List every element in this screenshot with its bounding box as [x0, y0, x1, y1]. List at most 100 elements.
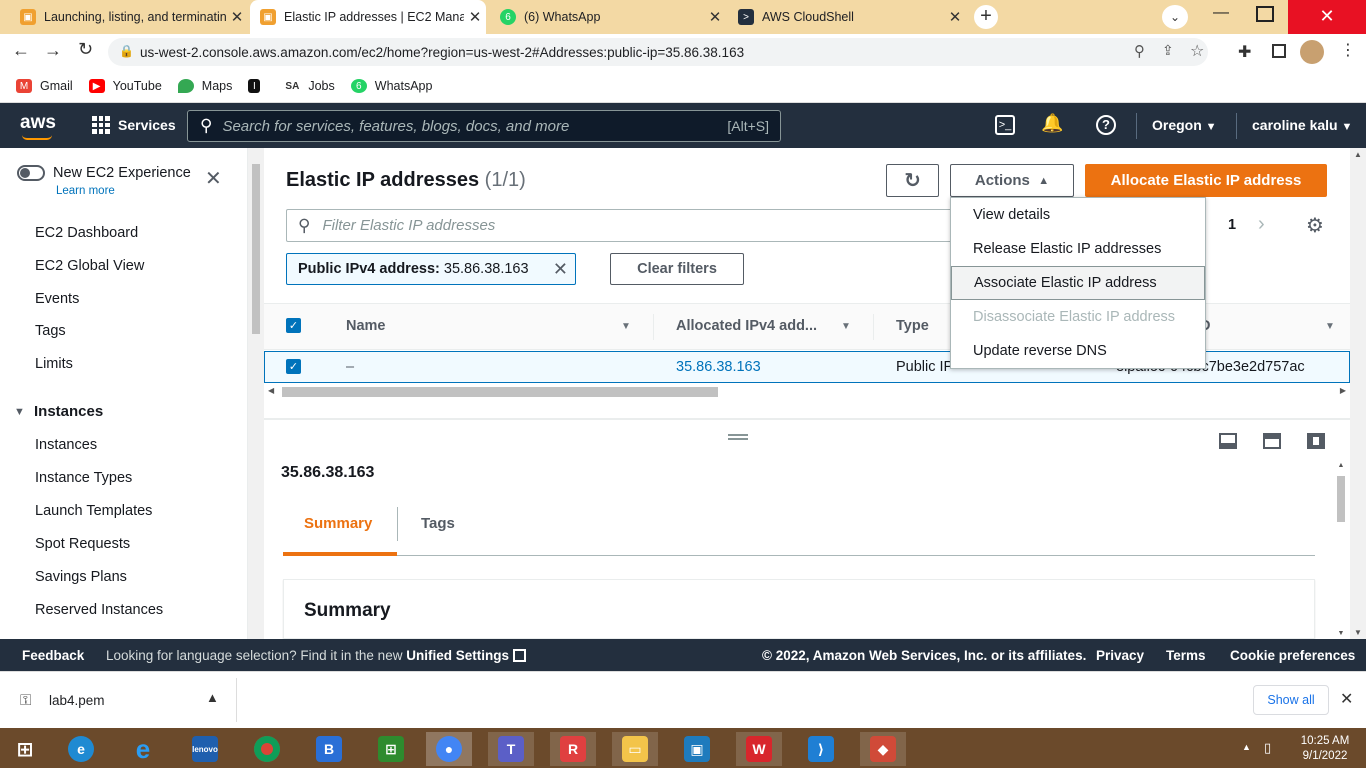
sidebar-item-reserved-instances[interactable]: Reserved Instances [35, 602, 163, 618]
restore-icon[interactable] [1256, 6, 1274, 22]
tab-summary[interactable]: Summary [304, 515, 372, 532]
row-checkbox[interactable]: ✓ [286, 359, 301, 374]
drag-handle-icon[interactable] [728, 434, 748, 440]
close-icon[interactable]: ✕ [1340, 689, 1353, 709]
forward-icon[interactable]: → [44, 40, 62, 61]
sidebar-item-launch-templates[interactable]: Launch Templates [35, 503, 152, 519]
recorder-icon[interactable]: R [550, 732, 596, 766]
close-tab-icon[interactable]: ✕ [226, 8, 248, 26]
refresh-button[interactable]: ↻ [886, 164, 939, 197]
new-tab-icon[interactable]: + [974, 5, 998, 29]
wps-icon[interactable]: W [736, 732, 782, 766]
sidebar-item-instance-types[interactable]: Instance Types [35, 470, 132, 486]
aws-search-input[interactable]: ⚲ Search for services, features, blogs, … [187, 110, 781, 142]
region-selector[interactable]: Oregon ▼ [1152, 117, 1217, 133]
settings-gear-icon[interactable]: ⚙ [1306, 213, 1324, 238]
bookmark-youtube[interactable]: ▶ YouTube [88, 79, 162, 93]
close-icon[interactable]: ✕ [205, 169, 222, 189]
learn-more-link[interactable]: Learn more [56, 185, 115, 197]
clear-filters-button[interactable]: Clear filters [610, 253, 744, 285]
aws-logo[interactable]: aws [20, 112, 56, 134]
services-menu[interactable]: Services [118, 117, 176, 133]
address-bar[interactable]: 🔒 us-west-2.console.aws.amazon.com/ec2/h… [108, 38, 1208, 66]
services-grid-icon[interactable] [92, 116, 110, 134]
menu-item-view-details[interactable]: View details [951, 198, 1205, 232]
close-tab-icon[interactable]: ✕ [464, 8, 486, 26]
page-scrollbar[interactable]: ▲ ▼ [1350, 148, 1366, 639]
panel-side-icon[interactable] [1263, 433, 1281, 449]
bluejeans-icon[interactable]: B [306, 732, 352, 766]
file-explorer-icon[interactable]: ▭ [612, 732, 658, 766]
sidebar-item-savings-plans[interactable]: Savings Plans [35, 569, 127, 585]
lenovo-icon[interactable]: lenovo [182, 732, 228, 766]
windows-start-icon[interactable]: ⊞ [2, 732, 48, 766]
panel-full-icon[interactable] [1307, 433, 1325, 449]
cookie-preferences-link[interactable]: Cookie preferences [1230, 648, 1355, 663]
share-icon[interactable]: ⇪ [1162, 42, 1174, 59]
system-clock[interactable]: 10:25 AM 9/1/2022 [1290, 734, 1360, 764]
bookmark-maps[interactable]: Maps [177, 79, 232, 93]
sidebar-item-limits[interactable]: Limits [35, 356, 73, 372]
internet-explorer-icon[interactable]: e [120, 732, 166, 766]
new-experience-toggle[interactable] [17, 165, 45, 181]
vscode-icon[interactable]: ⟩ [798, 732, 844, 766]
chrome-active-icon[interactable]: ● [426, 732, 472, 766]
back-icon[interactable]: ← [12, 40, 30, 61]
sidebar-item-spot-requests[interactable]: Spot Requests [35, 536, 130, 552]
unified-settings-link[interactable]: Unified Settings [406, 648, 509, 663]
bookmark-jobs[interactable]: SA Jobs [284, 79, 334, 93]
split-panel-divider[interactable] [264, 418, 1350, 420]
chevron-up-icon[interactable]: ▲ [206, 690, 219, 705]
panel-bottom-icon[interactable] [1219, 433, 1237, 449]
tab-search-chevron-icon[interactable]: ⌄ [1162, 5, 1188, 29]
terms-link[interactable]: Terms [1166, 648, 1206, 663]
help-icon[interactable]: ? [1096, 115, 1116, 135]
chrome-icon[interactable] [244, 732, 290, 766]
reload-icon[interactable]: ↻ [78, 39, 93, 60]
column-header-name[interactable]: Name [346, 318, 386, 334]
photos-icon[interactable]: ▣ [674, 732, 720, 766]
bookmark-indeed[interactable]: I [248, 79, 268, 93]
side-panel-icon[interactable] [1272, 44, 1286, 58]
page-number[interactable]: 1 [1228, 217, 1236, 233]
menu-item-associate-eip[interactable]: Associate Elastic IP address [951, 266, 1205, 300]
download-item[interactable]: lab4.pem [49, 693, 105, 708]
sidebar-item-tags[interactable]: Tags [35, 323, 66, 339]
browser-tab-cloudshell[interactable]: > AWS CloudShell ✕ [728, 0, 966, 34]
teams-icon[interactable]: T [488, 732, 534, 766]
browser-tab-ec2[interactable]: ▣ Elastic IP addresses | EC2 Manage ✕ [250, 0, 486, 34]
actions-button[interactable]: Actions ▲ [950, 164, 1074, 197]
menu-item-update-reverse-dns[interactable]: Update reverse DNS [951, 334, 1205, 368]
column-divider[interactable] [873, 314, 874, 340]
column-divider[interactable] [653, 314, 654, 340]
sort-icon[interactable]: ▼ [1325, 321, 1335, 332]
close-window-icon[interactable]: ✕ [1288, 0, 1366, 34]
close-tab-icon[interactable]: ✕ [944, 8, 966, 26]
menu-dots-icon[interactable]: ⋮ [1340, 40, 1356, 60]
tray-chevron-icon[interactable]: ▲ [1242, 742, 1251, 752]
feedback-link[interactable]: Feedback [22, 648, 84, 663]
sidebar-item-instances[interactable]: Instances [35, 437, 97, 453]
bookmark-whatsapp[interactable]: 6 WhatsApp [350, 79, 432, 93]
sidebar-section-instances[interactable]: Instances [34, 403, 103, 420]
filter-input[interactable]: ⚲ Filter Elastic IP addresses [286, 209, 956, 242]
remove-filter-icon[interactable]: ✕ [553, 259, 568, 280]
sidebar-item-events[interactable]: Events [35, 291, 79, 307]
profile-avatar[interactable] [1300, 40, 1324, 64]
sidebar-scrollbar[interactable] [248, 148, 264, 639]
table-horizontal-scrollbar[interactable]: ◀ ▶ [266, 386, 1348, 398]
privacy-link[interactable]: Privacy [1096, 648, 1144, 663]
sidebar-item-ec2-global-view[interactable]: EC2 Global View [35, 258, 144, 274]
column-header-allocated-ip[interactable]: Allocated IPv4 add... [676, 318, 817, 334]
edge-icon[interactable]: e [58, 732, 104, 766]
sort-icon[interactable]: ▼ [841, 321, 851, 332]
minimize-icon[interactable]: — [1210, 4, 1232, 28]
allocate-elastic-ip-button[interactable]: Allocate Elastic IP address [1085, 164, 1327, 197]
store-icon[interactable]: ⊞ [368, 732, 414, 766]
menu-item-release-eip[interactable]: Release Elastic IP addresses [951, 232, 1205, 266]
sort-icon[interactable]: ▼ [621, 321, 631, 332]
column-header-type[interactable]: Type [896, 318, 929, 334]
zoom-icon[interactable]: ⚲ [1134, 42, 1145, 60]
bookmark-gmail[interactable]: M Gmail [16, 79, 73, 93]
detail-scrollbar[interactable]: ▲ ▼ [1334, 462, 1348, 639]
